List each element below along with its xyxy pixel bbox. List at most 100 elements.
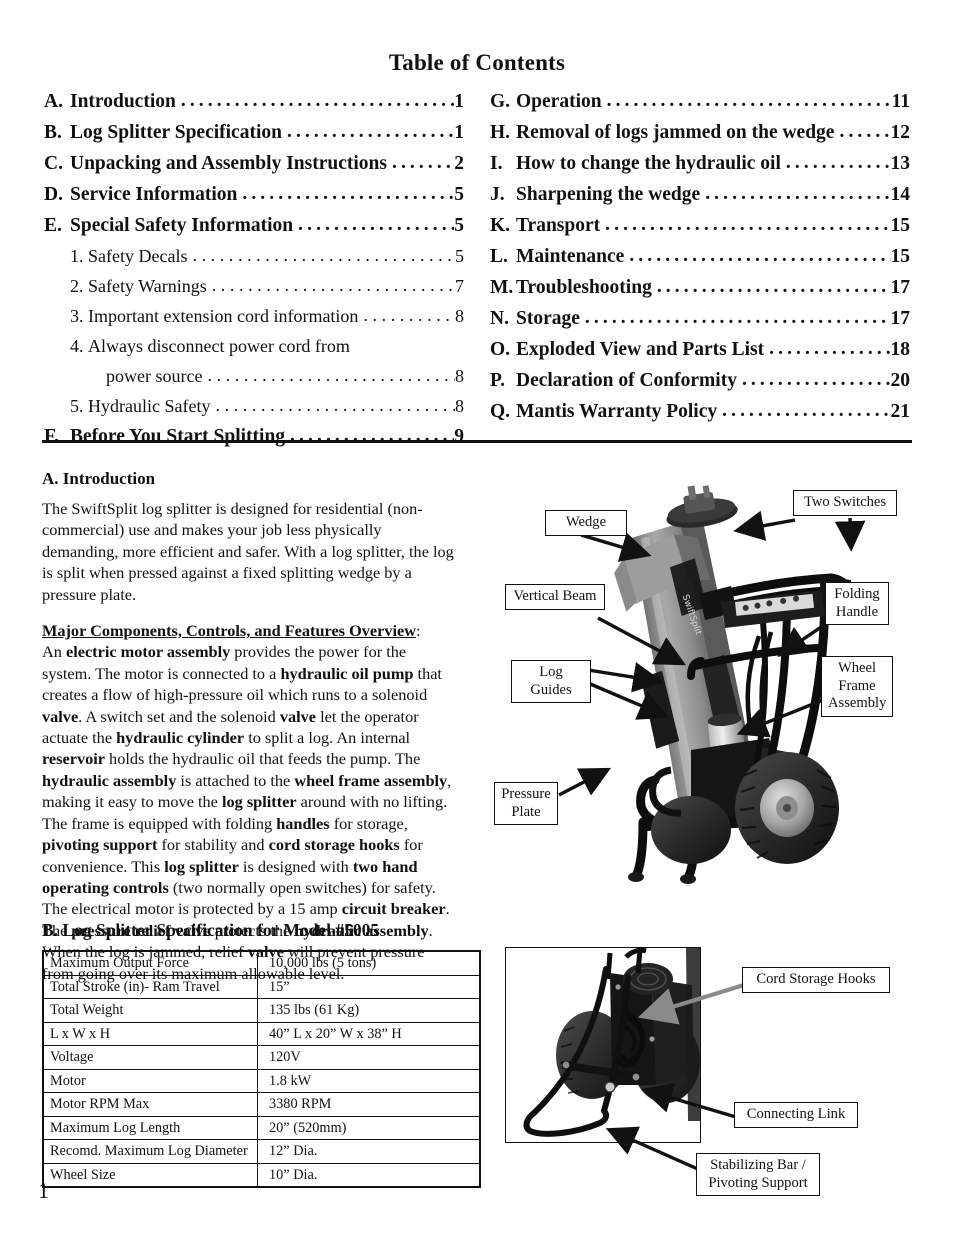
toc-entry[interactable]: 1. Safety Decals.........................… xyxy=(44,241,464,271)
toc-entry-letter: F. xyxy=(44,426,59,447)
toc-entry-page: 15 xyxy=(890,246,911,267)
spec-value: 40” L x 20” W x 38” H xyxy=(257,1022,480,1046)
toc-leader-dots: ........................................… xyxy=(839,121,890,142)
toc-entry-letter: 3. xyxy=(70,306,84,326)
toc-entry-letter: G. xyxy=(490,91,511,112)
toc-entry[interactable]: J. Sharpening the wedge..................… xyxy=(490,179,910,210)
callout-log-guides: Log Guides xyxy=(511,660,591,703)
callout-stabilizing-bar: Stabilizing Bar / Pivoting Support xyxy=(696,1153,820,1196)
toc-entry-page: 8 xyxy=(455,396,464,416)
section-b-heading: B. Log Splitter Specification for Model … xyxy=(42,920,380,940)
toc-entry[interactable]: H. Removal of logs jammed on the wedge...… xyxy=(490,117,910,148)
toc-entry-letter: B. xyxy=(44,122,62,143)
toc-entry[interactable]: 3. Important extension cord information..… xyxy=(44,301,464,331)
toc-entry-letter: P. xyxy=(490,370,505,391)
spec-value: 12” Dia. xyxy=(257,1139,480,1164)
toc-entry[interactable]: I. How to change the hydraulic oil.......… xyxy=(490,148,910,179)
toc-entry-title: Exploded View and Parts List xyxy=(516,339,765,360)
spec-value: 20” (520mm) xyxy=(257,1116,480,1140)
toc-entry-page: 17 xyxy=(890,277,911,298)
toc-entry-title: Maintenance xyxy=(516,246,625,267)
spec-label: Motor RPM Max xyxy=(43,1092,258,1117)
toc-leader-dots: ........................................… xyxy=(363,305,455,325)
callout-two-switches: Two Switches xyxy=(793,490,897,516)
toc-entry-title: Safety Warnings xyxy=(88,276,207,296)
page-title: Table of Contents xyxy=(388,50,566,75)
toc-entry-title: Operation xyxy=(516,91,602,112)
toc-entry-page: 5 xyxy=(455,246,464,266)
spec-label: Wheel Size xyxy=(43,1163,258,1187)
toc-entry-title: Introduction xyxy=(70,91,176,112)
toc-entry-title: power source xyxy=(106,366,203,386)
toc-leader-dots: ........................................… xyxy=(656,276,891,297)
toc-leader-dots: ........................................… xyxy=(192,245,455,265)
table-row: Motor 1.8 kW xyxy=(43,1069,480,1093)
toc-entry-title: Sharpening the wedge xyxy=(516,184,701,205)
toc-entry-letter: 4. xyxy=(70,336,84,356)
toc-leader-dots: ........................................… xyxy=(207,365,455,385)
callout-folding-handle: Folding Handle xyxy=(825,582,889,625)
toc-entry[interactable]: Q. Mantis Warranty Policy................… xyxy=(490,396,910,427)
toc-leader-dots: ........................................… xyxy=(290,425,454,446)
toc-entry-letter: 1. xyxy=(70,246,84,266)
toc-leader-dots: ........................................… xyxy=(215,395,455,415)
spec-value: 10” Dia. xyxy=(269,1166,318,1183)
toc-entry[interactable]: D. Service Information...................… xyxy=(44,179,464,210)
toc-leader-dots: ........................................… xyxy=(605,214,890,235)
figure-base-assembly: Cord Storage Hooks Connecting Link Stabi… xyxy=(500,935,950,1196)
toc-entry-page: 11 xyxy=(891,91,910,112)
spec-value: 3380 RPM xyxy=(257,1092,480,1117)
toc-leader-dots: ........................................… xyxy=(391,152,455,173)
callout-pressure-plate: Pressure Plate xyxy=(494,782,558,825)
toc-entry[interactable]: C. Unpacking and Assembly Instructions...… xyxy=(44,148,464,179)
toc-entry-title: Removal of logs jammed on the wedge xyxy=(516,122,835,143)
toc-entry[interactable]: G. Operation.............................… xyxy=(490,86,910,117)
toc-entry[interactable]: 2. Safety Warnings.......................… xyxy=(44,271,464,301)
table-row: L x W x H 40” L x 20” W x 38” H xyxy=(43,1022,480,1046)
toc-entry[interactable]: O. Exploded View and Parts List..........… xyxy=(490,334,910,365)
spec-label: Recomd. Maximum Log Diameter xyxy=(43,1139,258,1164)
table-row: Wheel Size 10” Dia. xyxy=(43,1163,480,1187)
spec-value: 15” xyxy=(257,975,480,999)
toc-entry-letter: N. xyxy=(490,308,509,329)
toc-entry[interactable]: 4.Always disconnect power cord from.....… xyxy=(44,331,464,361)
toc-entry-letter: A. xyxy=(44,91,63,112)
document-page: Table of Contents A. Introduction........… xyxy=(0,0,954,1235)
toc-entry-letter: O. xyxy=(490,339,511,360)
toc-entry[interactable]: A. Introduction..........................… xyxy=(44,86,464,117)
toc-entry[interactable]: 5. Hydraulic Safety......................… xyxy=(44,391,464,421)
toc-entry[interactable]: power source............................… xyxy=(44,361,464,391)
section-a-heading: A. Introduction xyxy=(42,469,156,488)
toc-entry[interactable]: L. Maintenance...........................… xyxy=(490,241,910,272)
toc-entry-letter: H. xyxy=(490,122,511,143)
table-row: Voltage 120V xyxy=(43,1045,480,1070)
spec-value: 10,000 lbs (5 tons) xyxy=(257,951,480,976)
toc-entry[interactable]: B. Log Splitter Specification............… xyxy=(44,117,464,148)
toc-entry-title: Transport xyxy=(516,215,601,236)
toc-leader-dots: ........................................… xyxy=(298,214,454,235)
toc-entry-letter: L. xyxy=(490,246,508,267)
table-of-contents: A. Introduction..........................… xyxy=(44,86,910,452)
toc-entry-title: Safety Decals xyxy=(88,246,188,266)
toc-entry-title: Unpacking and Assembly Instructions xyxy=(70,153,387,174)
toc-leader-dots: ........................................… xyxy=(741,369,891,390)
toc-entry-page: 8 xyxy=(455,366,464,386)
toc-entry-letter: J. xyxy=(490,184,505,205)
toc-entry-page: 1 xyxy=(454,91,464,112)
toc-leader-dots: ........................................… xyxy=(211,275,455,295)
toc-entry[interactable]: P. Declaration of Conformity.............… xyxy=(490,365,910,396)
toc-column-right: G. Operation.............................… xyxy=(490,86,910,452)
toc-entry-page: 7 xyxy=(455,276,464,296)
toc-entry-page: 15 xyxy=(890,215,911,236)
toc-entry-letter: Q. xyxy=(490,401,511,422)
toc-leader-dots: ........................................… xyxy=(629,245,890,266)
figure-log-splitter-overview: SwiftSplit Wedge Two Switches Vertical B… xyxy=(494,470,950,885)
toc-entry[interactable]: F. Before You Start Splitting............… xyxy=(44,421,464,452)
specification-table: Maximum Output Force 10,000 lbs (5 tons) T… xyxy=(42,950,481,1188)
toc-entry[interactable]: E. Special Safety Information............… xyxy=(44,210,464,241)
toc-entry[interactable]: M. Troubleshooting.......................… xyxy=(490,272,910,303)
toc-entry[interactable]: N. Storage...............................… xyxy=(490,303,910,334)
toc-column-left: A. Introduction..........................… xyxy=(44,86,464,452)
toc-entry[interactable]: K. Transport.............................… xyxy=(490,210,910,241)
toc-entry-title: How to change the hydraulic oil xyxy=(516,153,781,174)
